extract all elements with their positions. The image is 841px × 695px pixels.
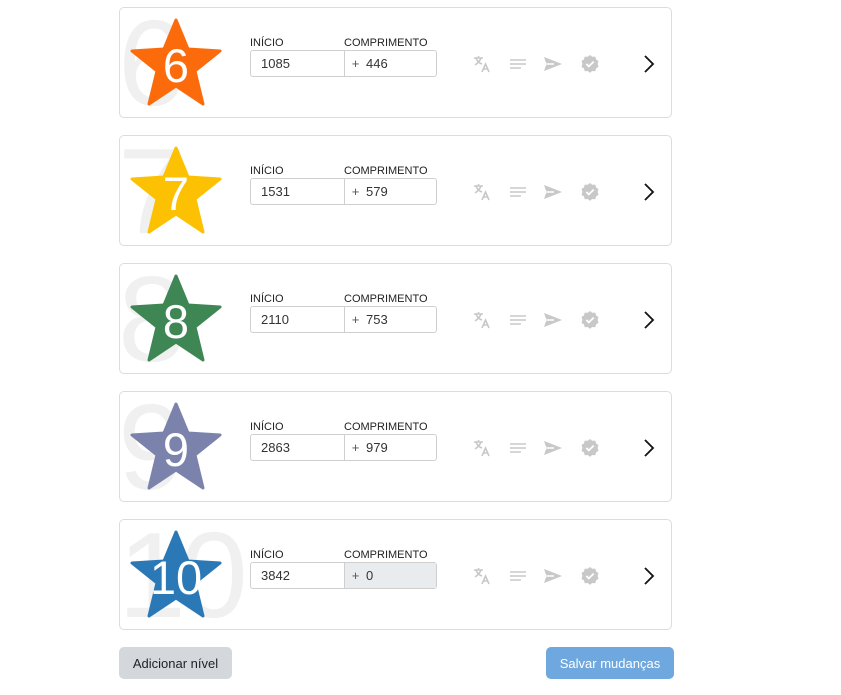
lines-icon[interactable] <box>509 310 527 330</box>
lines-icon[interactable] <box>509 182 527 202</box>
start-input[interactable]: 1531 <box>251 179 345 204</box>
level-star-icon: 7 <box>130 146 222 236</box>
level-number: 9 <box>162 422 190 476</box>
lines-icon[interactable] <box>509 438 527 458</box>
verified-check-icon[interactable] <box>580 182 600 202</box>
start-input[interactable]: 2863 <box>251 435 345 460</box>
verified-check-icon[interactable] <box>580 54 600 74</box>
save-changes-button[interactable]: Salvar mudanças <box>546 647 674 679</box>
level-card: 7 7 INÍCIO COMPRIMENTO 1531 + 579 <box>119 135 672 246</box>
range-input-group: 1085 + 446 <box>250 50 437 77</box>
start-input[interactable]: 1085 <box>251 51 345 76</box>
translate-icon[interactable] <box>472 438 492 458</box>
level-card: 9 9 INÍCIO COMPRIMENTO 2863 + 979 <box>119 391 672 502</box>
start-label: INÍCIO <box>250 549 284 561</box>
length-label: COMPRIMENTO <box>344 293 428 305</box>
lines-icon[interactable] <box>509 54 527 74</box>
length-input: + 0 <box>345 563 436 588</box>
length-input[interactable]: + 579 <box>345 179 436 204</box>
translate-icon[interactable] <box>472 182 492 202</box>
plus-addon: + <box>351 568 360 583</box>
chevron-right-icon[interactable] <box>642 181 656 203</box>
range-input-group: 1531 + 579 <box>250 178 437 205</box>
start-label: INÍCIO <box>250 421 284 433</box>
range-input-group: 2863 + 979 <box>250 434 437 461</box>
level-star-icon: 6 <box>130 18 222 108</box>
start-input[interactable]: 3842 <box>251 563 345 588</box>
length-input[interactable]: + 753 <box>345 307 436 332</box>
length-value: 446 <box>366 56 388 71</box>
translate-icon[interactable] <box>472 566 492 586</box>
send-icon[interactable] <box>543 438 563 458</box>
level-card: 10 10 INÍCIO COMPRIMENTO 3842 + 0 <box>119 519 672 630</box>
lines-icon[interactable] <box>509 566 527 586</box>
start-label: INÍCIO <box>250 37 284 49</box>
plus-addon: + <box>351 440 360 455</box>
length-value: 579 <box>366 184 388 199</box>
level-card: 6 6 INÍCIO COMPRIMENTO 1085 + 446 <box>119 7 672 118</box>
level-card: 8 8 INÍCIO COMPRIMENTO 2110 + 753 <box>119 263 672 374</box>
chevron-right-icon[interactable] <box>642 53 656 75</box>
send-icon[interactable] <box>543 54 563 74</box>
verified-check-icon[interactable] <box>580 566 600 586</box>
plus-addon: + <box>351 184 360 199</box>
level-star-icon: 8 <box>130 274 222 364</box>
chevron-right-icon[interactable] <box>642 437 656 459</box>
range-input-group: 3842 + 0 <box>250 562 437 589</box>
plus-addon: + <box>351 312 360 327</box>
start-label: INÍCIO <box>250 293 284 305</box>
level-number: 8 <box>162 294 190 348</box>
plus-addon: + <box>351 56 360 71</box>
translate-icon[interactable] <box>472 54 492 74</box>
level-number: 7 <box>162 166 190 220</box>
send-icon[interactable] <box>543 310 563 330</box>
verified-check-icon[interactable] <box>580 310 600 330</box>
level-number: 10 <box>149 550 203 604</box>
length-input[interactable]: + 446 <box>345 51 436 76</box>
send-icon[interactable] <box>543 566 563 586</box>
length-label: COMPRIMENTO <box>344 165 428 177</box>
length-label: COMPRIMENTO <box>344 549 428 561</box>
length-label: COMPRIMENTO <box>344 37 428 49</box>
length-input[interactable]: + 979 <box>345 435 436 460</box>
send-icon[interactable] <box>543 182 563 202</box>
start-input[interactable]: 2110 <box>251 307 345 332</box>
add-level-button[interactable]: Adicionar nível <box>119 647 232 679</box>
chevron-right-icon[interactable] <box>642 309 656 331</box>
range-input-group: 2110 + 753 <box>250 306 437 333</box>
length-value: 979 <box>366 440 388 455</box>
translate-icon[interactable] <box>472 310 492 330</box>
level-star-icon: 10 <box>130 530 222 620</box>
level-star-icon: 9 <box>130 402 222 492</box>
length-value: 0 <box>366 568 374 583</box>
level-number: 6 <box>162 38 190 92</box>
start-label: INÍCIO <box>250 165 284 177</box>
verified-check-icon[interactable] <box>580 438 600 458</box>
chevron-right-icon[interactable] <box>642 565 656 587</box>
length-value: 753 <box>366 312 388 327</box>
length-label: COMPRIMENTO <box>344 421 428 433</box>
